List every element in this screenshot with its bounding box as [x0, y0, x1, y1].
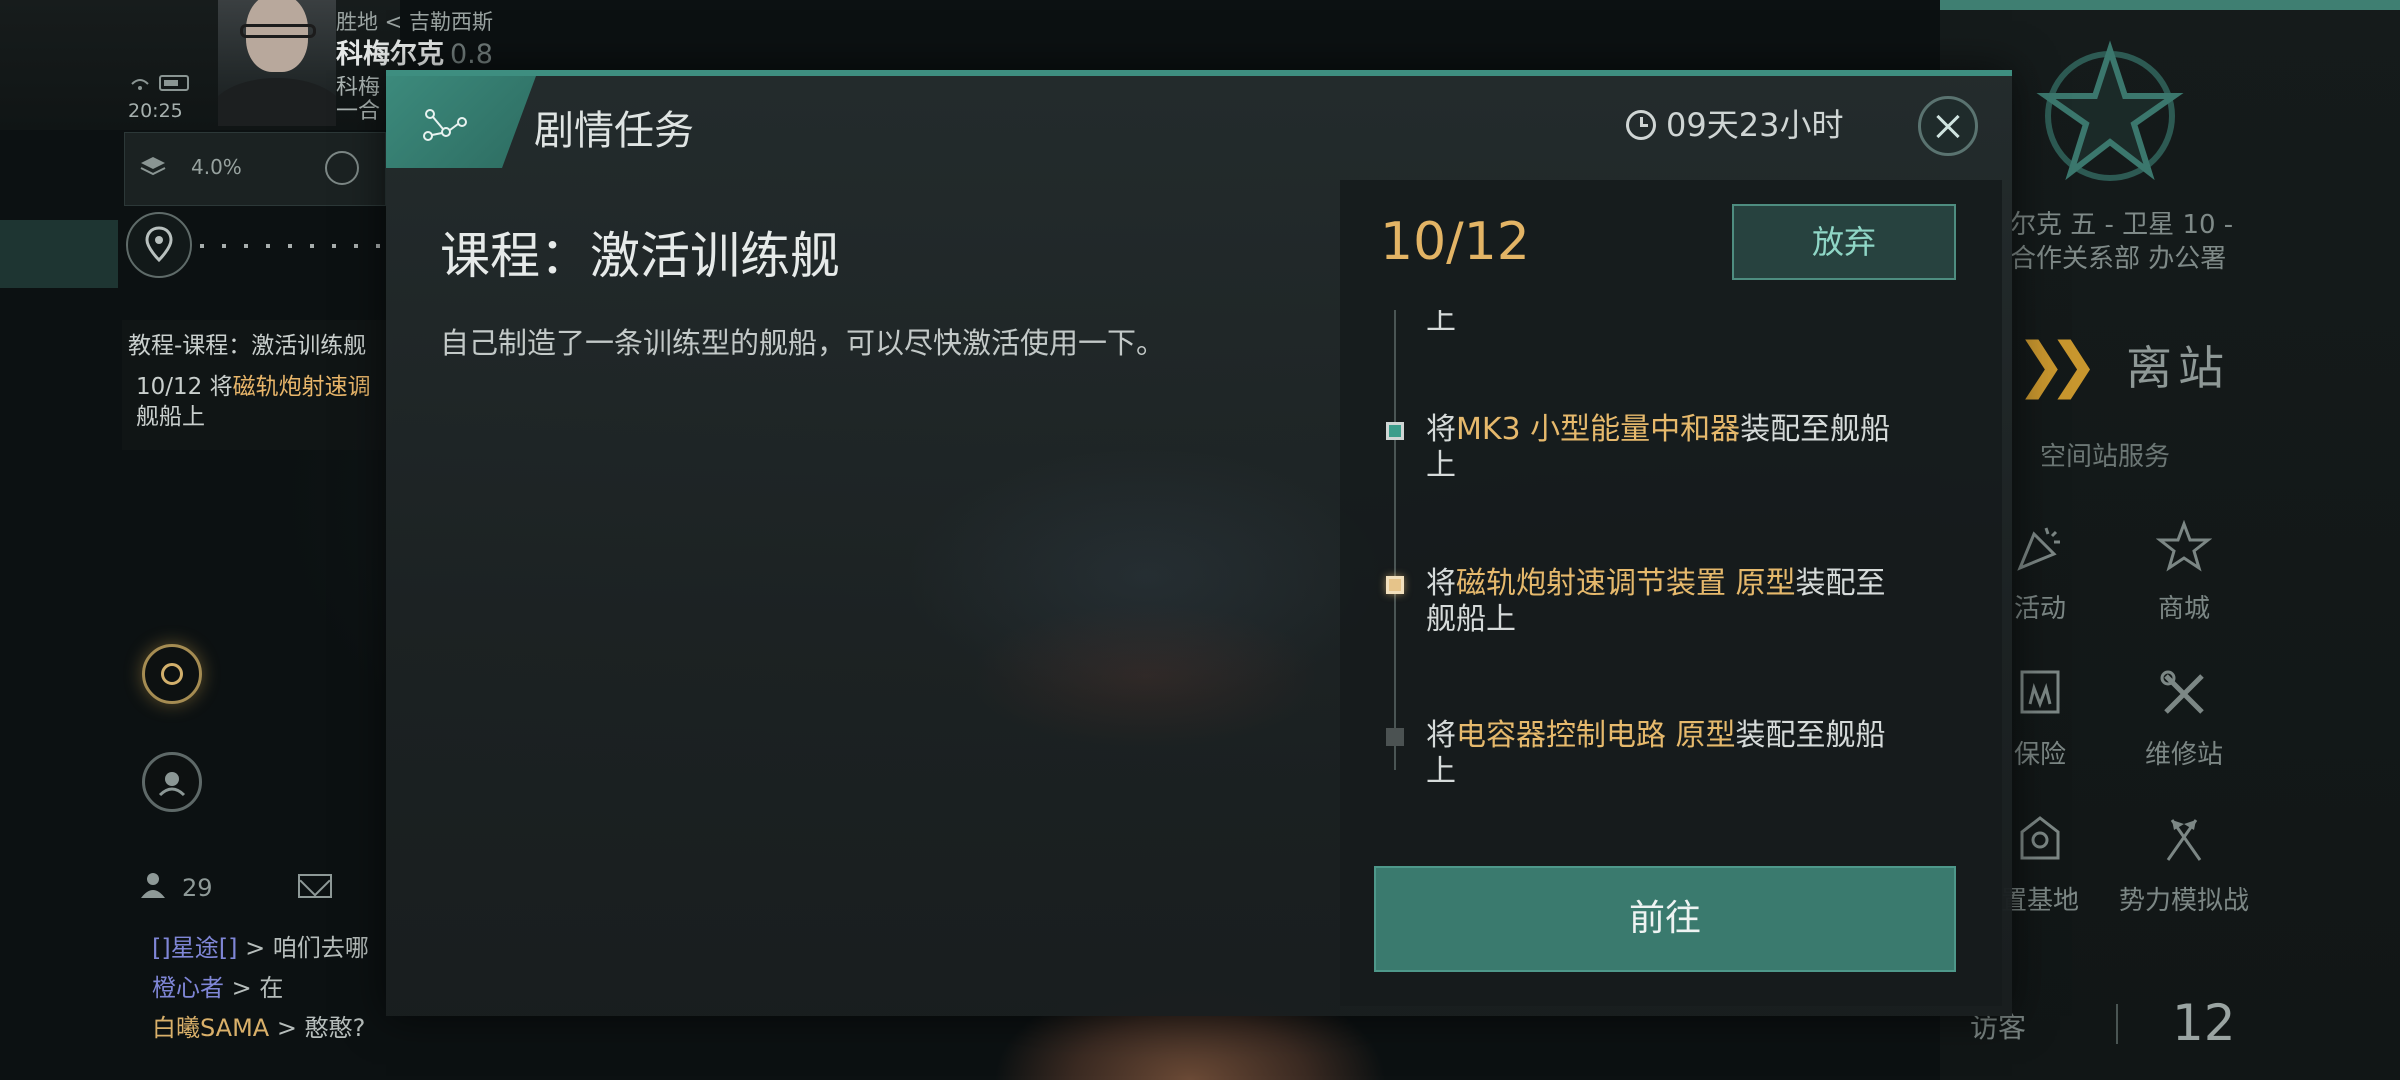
mission-step-list[interactable]: 上 将MK3 小型能量中和器装配至舰船上 将磁轨炮射速调节装置 原型装配至舰船上… [1340, 310, 2002, 830]
undock-button[interactable]: 离站 [2126, 332, 2230, 398]
go-button[interactable]: 前往 [1374, 866, 1956, 972]
step-highlight: 磁轨炮射速调节装置 原型 [1456, 566, 1796, 601]
tracked-task-title: 教程-课程：激活训练舰 [128, 333, 367, 359]
tracked-step-suffix: 舰船上 [136, 404, 205, 430]
avatar-body [218, 78, 336, 126]
station-name: 尔克 五 - 卫星 10 - 合作关系部 办公署 [2010, 208, 2233, 276]
layers-icon [140, 157, 166, 176]
station-panel-topbar [1940, 0, 2400, 10]
dialog-title: 剧情任务 [534, 108, 694, 154]
wifi-battery-icon [131, 75, 189, 91]
chat-line[interactable]: 橙心者 > 在 [152, 968, 388, 1003]
insurance-icon [2012, 666, 2068, 722]
station-services-header: 空间站服务 [2040, 442, 2171, 472]
step-text: 将磁轨炮射速调节装置 原型装配至舰船上 [1426, 566, 1896, 638]
corp-name: 科梅 一合 [336, 76, 381, 124]
status-icons [128, 70, 200, 94]
service-label: 维修站 [2144, 740, 2223, 770]
tracked-task-panel[interactable]: 教程-课程：激活训练舰 10/12 将磁轨炮射速调 舰船上 [122, 320, 392, 450]
chat-line[interactable]: []星途[] > 咱们去哪 [152, 928, 388, 963]
pilot-name-text: 科梅尔克 [336, 39, 444, 70]
visitor-divider [2116, 1004, 2118, 1044]
step-text: 将电容器控制电路 原型装配至舰船上 [1426, 718, 1896, 790]
mail-icon[interactable] [298, 874, 332, 898]
shop-icon [2155, 519, 2213, 576]
abandon-button[interactable]: 放弃 [1732, 204, 1956, 280]
step-marker-done [1386, 422, 1404, 440]
mission-progress: 10/12 [1380, 212, 1530, 272]
avatar[interactable] [218, 0, 336, 126]
route-dots [200, 244, 380, 248]
service-shop[interactable]: 商城 [2114, 519, 2254, 625]
pilot-name: 科梅尔克 0.8 [336, 32, 493, 71]
story-mission-dialog: 剧情任务 09天23小时 课程：激活训练舰 自己制造了一条训练型的舰船，可以尽快… [386, 70, 2012, 1016]
clock: 20:25 [128, 100, 183, 122]
mission-timer: 09天23小时 [1626, 100, 1843, 146]
mission-timer-value: 09天23小时 [1666, 106, 1844, 144]
station-name-line2: 合作关系部 办公署 [2010, 244, 2227, 274]
voice-button[interactable] [142, 752, 202, 812]
repair-tools-icon [2156, 666, 2212, 722]
chat-sender: 白曦SAMA [152, 1014, 270, 1042]
base-icon [2012, 812, 2068, 868]
clock-icon [1626, 110, 1656, 140]
visitor-count: 12 [2172, 994, 2236, 1052]
tracked-task-step: 10/12 将磁轨炮射速调 舰船上 [136, 372, 392, 432]
step-prefix: 将 [1426, 718, 1456, 753]
undock-arrows-icon[interactable]: ❯❯ [2016, 330, 2098, 400]
chat-line[interactable]: 白曦SAMA > 憨憨? [152, 1008, 388, 1043]
headset-icon [158, 772, 186, 797]
party-popper-icon [2012, 520, 2068, 576]
avatar-glasses [240, 24, 316, 38]
service-repair[interactable]: 维修站 [2114, 666, 2254, 771]
online-count[interactable]: 29 [138, 870, 213, 902]
capacity-bar[interactable]: 4.0% [124, 132, 386, 206]
dialog-header: 剧情任务 09天23小时 [386, 76, 2012, 174]
chat-sender: 橙心者 [152, 974, 224, 1002]
step-prefix: 将 [1426, 412, 1456, 447]
service-label: 商城 [2157, 594, 2210, 624]
tracked-step-highlight: 磁轨炮射速调 [232, 374, 371, 400]
autopilot-button[interactable] [142, 644, 202, 704]
course-description: 自己制造了一条训练型的舰船，可以尽快激活使用一下。 [440, 326, 1166, 360]
timeline-line [1394, 310, 1396, 770]
left-accent-band [0, 220, 118, 288]
chat-sender: []星途[] [152, 934, 238, 962]
step-suffix: 上 [1426, 310, 1456, 337]
step-marker-todo [1386, 728, 1404, 746]
chat-message: > 咱们去哪 [237, 934, 369, 962]
mission-steps-panel: 10/12 放弃 上 将MK3 小型能量中和器装配至舰船上 将磁轨炮射速调节装置… [1340, 180, 2002, 1006]
map-pin-icon [145, 226, 173, 263]
chat-message: > 憨憨? [269, 1014, 366, 1042]
online-count-value: 29 [182, 874, 213, 902]
station-name-line1: 尔克 五 - 卫星 10 - [2010, 210, 2234, 240]
step-prefix: 将 [1426, 566, 1456, 601]
service-label: 势力模拟战 [2118, 886, 2249, 916]
tracked-step-prefix: 10/12 将 [136, 374, 233, 400]
course-title: 课程：激活训练舰 [440, 227, 840, 285]
step-highlight: 电容器控制电路 原型 [1456, 718, 1736, 753]
security-status: 0.8 [450, 39, 493, 70]
step-text: 将MK3 小型能量中和器装配至舰船上 [1426, 412, 1896, 484]
mission-network-icon [423, 109, 467, 141]
chat-message: > 在 [224, 974, 284, 1002]
step-text: 上 [1426, 310, 1896, 338]
crossed-flags-icon [2156, 812, 2212, 868]
user-icon [141, 873, 165, 898]
cargo-icon[interactable] [325, 151, 359, 185]
faction-star-icon [2036, 40, 2184, 181]
mission-type-badge [386, 76, 536, 168]
target-icon [161, 663, 183, 685]
step-marker-active [1386, 576, 1404, 594]
close-button[interactable] [1918, 96, 1978, 156]
step-highlight: MK3 小型能量中和器 [1456, 412, 1741, 447]
location-pin-button[interactable] [126, 212, 192, 278]
service-faction-war[interactable]: 势力模拟战 [2114, 812, 2254, 917]
capacity-percent: 4.0% [191, 155, 242, 179]
